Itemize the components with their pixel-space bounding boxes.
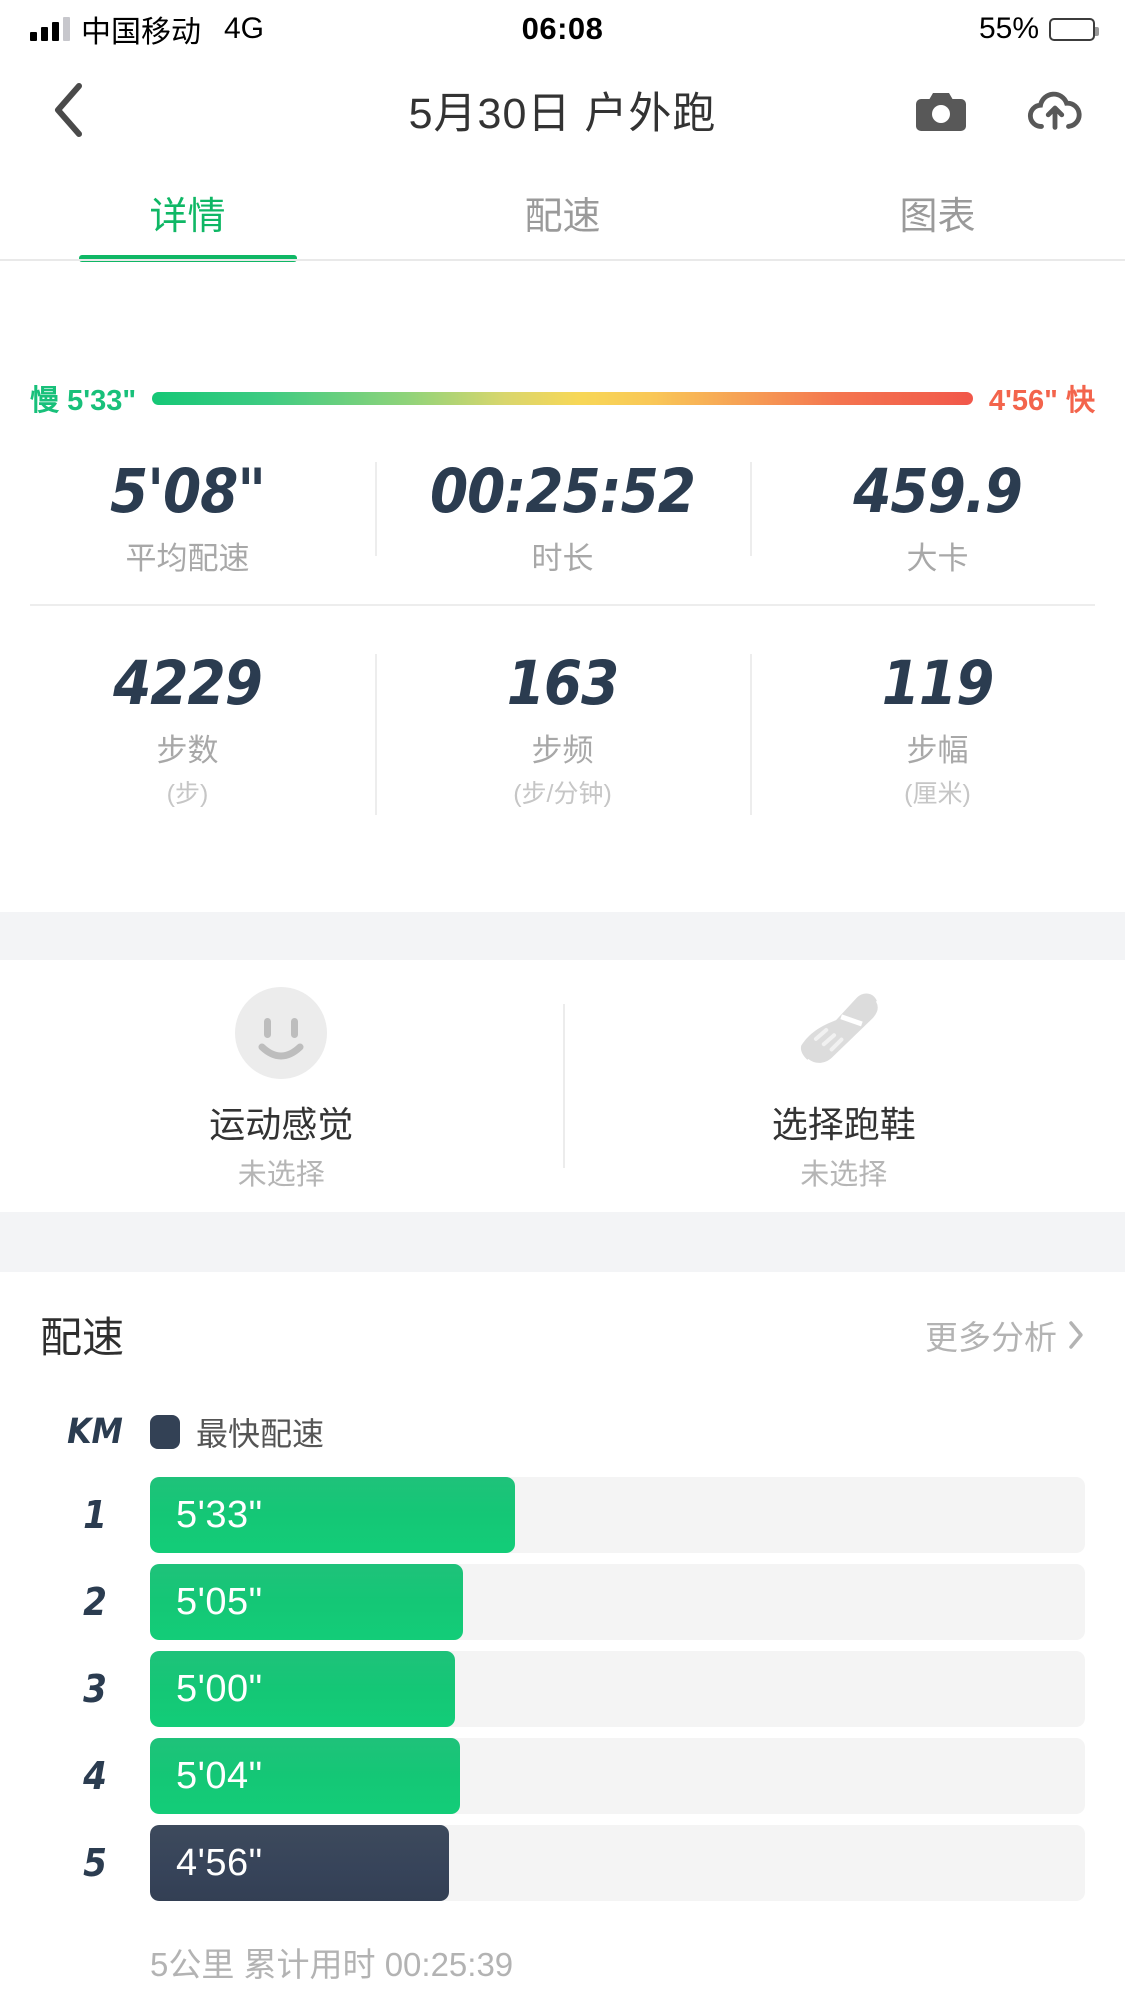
tab-charts[interactable]: 图表 (750, 162, 1125, 262)
bar-value-label: 5'00" (176, 1667, 263, 1710)
bar-track: 5'00" (150, 1651, 1085, 1727)
selector-subtitle: 未选择 (800, 1159, 888, 1192)
nav-bar: 5月30日 户外跑 (0, 58, 1125, 162)
stat-label: 步幅 (906, 732, 969, 768)
tab-pace[interactable]: 配速 (375, 162, 750, 262)
bar-value-label: 5'33" (176, 1493, 263, 1536)
smiley-face-icon (233, 985, 329, 1081)
chart-legend: KM 最快配速 (40, 1391, 1085, 1477)
tab-bar-divider (0, 259, 1125, 261)
stat-label: 步频 (531, 732, 594, 768)
status-bar-right: 55% (978, 12, 1099, 46)
bar-km-index: 2 (83, 1580, 107, 1624)
tab-bar: 详情 配速 图表 (0, 162, 1125, 262)
feeling-selector[interactable]: 运动感觉 未选择 (0, 960, 563, 1212)
section-spacer-top (0, 912, 1125, 960)
more-analysis-link[interactable]: 更多分析 (925, 1311, 1085, 1359)
legend-label: 最快配速 (196, 1416, 325, 1452)
selector-subtitle: 未选择 (237, 1159, 325, 1192)
stat-stride: 119 步幅 (厘米) (750, 632, 1125, 838)
chart-summary-label: 5公里 累计用时 00:25:39 (150, 1946, 514, 1983)
pace-range-slow-value: 5'33" (67, 385, 137, 417)
bar-fill: 5'05" (150, 1564, 464, 1640)
stat-value: 4229 (113, 647, 263, 719)
stat-avg-pace: 5'08" 平均配速 (0, 440, 375, 578)
stat-duration: 00:25:52 时长 (375, 440, 750, 578)
pace-range-fast-value: 4'56" (988, 385, 1058, 417)
chart-bar-row[interactable]: 2 5'05" (40, 1564, 1085, 1640)
stat-unit: (步/分钟) (513, 780, 612, 808)
bar-track: 4'56" (150, 1825, 1085, 1901)
shoe-selector[interactable]: 选择跑鞋 未选择 (562, 960, 1125, 1212)
stat-unit: (厘米) (904, 780, 971, 808)
pace-range-fast-word: 快 (1065, 385, 1095, 417)
chart-bar-row[interactable]: 1 5'33" (40, 1477, 1085, 1553)
chevron-right-icon (1069, 1320, 1083, 1349)
pace-section-header: 配速 更多分析 (0, 1272, 1125, 1391)
upload-button[interactable] (1027, 82, 1083, 138)
bar-value-label: 4'56" (176, 1841, 263, 1884)
stats-panel: 5'08" 平均配速 00:25:52 时长 459.9 大卡 4229 步数 … (0, 440, 1125, 837)
camera-icon (916, 93, 966, 131)
bar-fill-fastest: 4'56" (150, 1825, 450, 1901)
chart-bar-row[interactable]: 5 4'56" (40, 1825, 1085, 1901)
stat-unit: (步) (166, 780, 209, 808)
stat-label: 时长 (531, 541, 594, 577)
battery-icon (1049, 17, 1099, 41)
selectors-panel: 运动感觉 未选择 选择跑鞋 未选择 (0, 960, 1125, 1212)
bar-km-index: 1 (83, 1493, 107, 1537)
bar-value-label: 5'05" (176, 1580, 263, 1623)
stat-value: 5'08" (110, 456, 266, 527)
bar-value-label: 5'04" (176, 1754, 263, 1797)
chart-bar-row[interactable]: 3 5'00" (40, 1651, 1085, 1727)
stat-label: 平均配速 (125, 541, 250, 577)
status-bar: 中国移动 4G 06:08 55% (0, 0, 1125, 58)
more-analysis-label: 更多分析 (925, 1318, 1057, 1356)
pace-range-slow-label: 慢 5'33" (30, 377, 136, 419)
bar-km-index: 3 (83, 1667, 107, 1711)
bar-fill: 5'04" (150, 1738, 461, 1814)
chart-km-header: KM (67, 1412, 123, 1452)
legend-color-swatch (150, 1415, 180, 1449)
cloud-upload-icon (1027, 91, 1082, 130)
pace-gradient-track (152, 391, 973, 405)
selector-title: 运动感觉 (209, 1104, 354, 1145)
pace-bar-chart: KM 最快配速 1 5'33" 2 5'05" 3 5'00" 4 5'04" … (0, 1391, 1125, 2001)
bar-track: 5'33" (150, 1477, 1085, 1553)
selector-title: 选择跑鞋 (771, 1104, 916, 1145)
stat-calories: 459.9 大卡 (750, 440, 1125, 578)
app-screen: 中国移动 4G 06:08 55% 5月30日 户外跑 详情 配速 图表 慢 5… (0, 0, 1125, 2001)
pace-range-slow-word: 慢 (30, 385, 60, 417)
bar-track: 5'04" (150, 1738, 1085, 1814)
stat-value: 00:25:52 (429, 456, 696, 527)
section-spacer-bottom (0, 1212, 1125, 1272)
pace-range-fast-label: 4'56" 快 (989, 377, 1095, 419)
bar-track: 5'05" (150, 1564, 1085, 1640)
bar-fill: 5'00" (150, 1651, 455, 1727)
stats-row-secondary: 4229 步数 (步) 163 步频 (步/分钟) 119 步幅 (厘米) (0, 606, 1125, 838)
stat-value: 163 (506, 647, 620, 719)
tab-details[interactable]: 详情 (0, 162, 375, 262)
nav-actions (913, 82, 1083, 138)
stat-cadence: 163 步频 (步/分钟) (375, 632, 750, 838)
bar-km-index: 5 (83, 1841, 107, 1885)
pace-chart-section: 配速 更多分析 KM 最快配速 1 5'33" 2 5'05" 3 5'00" … (0, 1272, 1125, 2001)
bar-fill: 5'33" (150, 1477, 515, 1553)
running-shoe-icon (786, 985, 902, 1081)
stats-row-primary: 5'08" 平均配速 00:25:52 时长 459.9 大卡 (0, 440, 1125, 578)
battery-percent-label: 55% (978, 12, 1039, 45)
pace-range-bar: 慢 5'33" 4'56" 快 (0, 375, 1125, 421)
stat-label: 步数 (156, 732, 219, 768)
chart-bar-row[interactable]: 4 5'04" (40, 1738, 1085, 1814)
stat-label: 大卡 (906, 541, 969, 577)
stat-value: 119 (881, 647, 995, 719)
stat-steps: 4229 步数 (步) (0, 632, 375, 838)
camera-button[interactable] (913, 82, 969, 138)
bar-km-index: 4 (83, 1754, 107, 1798)
status-bar-clock: 06:08 (521, 11, 604, 46)
pace-section-title: 配速 (40, 1314, 125, 1361)
stat-value: 459.9 (853, 456, 1023, 527)
